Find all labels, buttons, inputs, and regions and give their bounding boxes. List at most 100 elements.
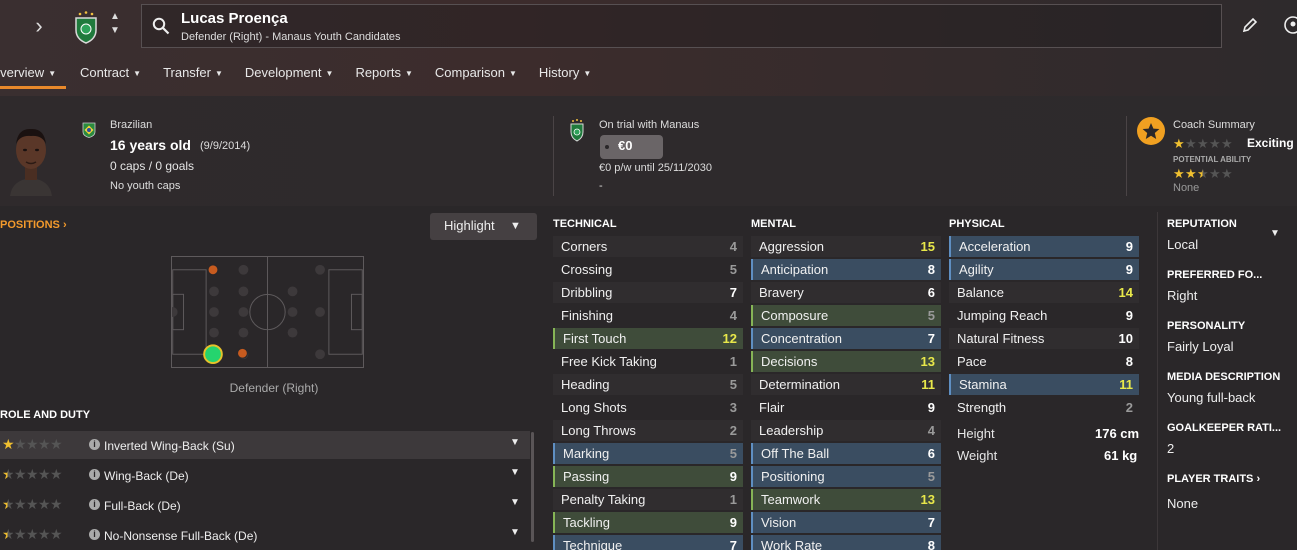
attribute-row[interactable]: Bravery 6: [751, 282, 941, 303]
attribute-row[interactable]: Long Shots 3: [553, 397, 743, 418]
attribute-row[interactable]: Acceleration 9: [949, 236, 1139, 257]
attribute-row[interactable]: Balance 14: [949, 282, 1139, 303]
personality-value: Fairly Loyal: [1167, 339, 1234, 354]
attribute-row[interactable]: Dribbling 7: [553, 282, 743, 303]
attribute-row[interactable]: Corners 4: [553, 236, 743, 257]
attribute-row[interactable]: Strength 2: [949, 397, 1139, 418]
attribute-row[interactable]: First Touch 12: [553, 328, 743, 349]
attribute-row[interactable]: Passing 9: [553, 466, 743, 487]
attribute-row[interactable]: Concentration 7: [751, 328, 941, 349]
star-icon: ★: [26, 466, 39, 482]
star-icon: ★: [1185, 166, 1197, 181]
mental-heading: MENTAL: [751, 218, 797, 230]
attribute-row[interactable]: Determination 11: [751, 374, 941, 395]
positions-heading[interactable]: POSITIONS ›: [0, 219, 67, 231]
info-icon[interactable]: i: [89, 469, 100, 480]
highlight-dropdown[interactable]: Highlight ▼: [430, 213, 537, 240]
attribute-row[interactable]: Crossing 5: [553, 259, 743, 280]
coach-star-icon[interactable]: [1137, 117, 1165, 145]
attribute-value: 12: [722, 331, 737, 346]
attribute-row[interactable]: Penalty Taking 1: [553, 489, 743, 510]
info-icon[interactable]: i: [89, 529, 100, 540]
info-icon[interactable]: i: [89, 499, 100, 510]
tab-overview[interactable]: Overview▼: [0, 58, 66, 92]
attribute-row[interactable]: Off The Ball 6: [751, 443, 941, 464]
attribute-row[interactable]: Stamina 11: [949, 374, 1139, 395]
attribute-row[interactable]: Flair 9: [751, 397, 941, 418]
potential-ability-stars: ★ ★ ★ ★ ★: [1173, 166, 1233, 181]
attribute-row[interactable]: Heading 5: [553, 374, 743, 395]
player-search-box[interactable]: Lucas Proença Defender (Right) - Manaus …: [141, 4, 1222, 48]
club-status-text: On trial with Manaus: [599, 119, 700, 131]
attribute-row[interactable]: Vision 7: [751, 512, 941, 533]
attribute-name: Pace: [957, 354, 987, 369]
tab-development[interactable]: Development ▼: [245, 58, 334, 92]
chevron-down-icon: ▼: [48, 69, 57, 78]
attribute-name: Strength: [957, 400, 1007, 415]
attribute-row[interactable]: Positioning 5: [751, 466, 941, 487]
role-and-duty-heading: ROLE AND DUTY: [0, 409, 91, 421]
attribute-row[interactable]: Technique 7: [553, 535, 743, 550]
attribute-row[interactable]: Finishing 4: [553, 305, 743, 326]
roles-scrollbar[interactable]: [531, 432, 534, 542]
tab-comparison[interactable]: Comparison ▼: [435, 58, 517, 92]
attribute-row[interactable]: Aggression 15: [751, 236, 941, 257]
attribute-value: 1: [729, 354, 737, 369]
tab-history[interactable]: History ▼: [539, 58, 591, 92]
attribute-row[interactable]: Marking 5: [553, 443, 743, 464]
preferred-foot-heading: PREFERRED FO...: [1167, 269, 1263, 281]
star-icon: ★: [14, 466, 27, 482]
role-row[interactable]: ★ ★ ★ ★ ★ i No-Nonsense Full-Back (De) ▼: [0, 521, 530, 549]
attribute-value: 4: [927, 423, 935, 438]
attribute-value: 8: [1125, 354, 1133, 369]
attribute-value: 5: [729, 262, 737, 277]
attribute-value: 9: [1125, 239, 1133, 254]
attribute-value: 13: [920, 354, 935, 369]
chevron-down-icon: ▼: [583, 69, 592, 78]
prev-next-player-arrows[interactable]: ▲ ▼: [108, 10, 122, 38]
star-icon: ★: [14, 436, 27, 452]
attribute-row[interactable]: Agility 9: [949, 259, 1139, 280]
brazil-flag-icon: [82, 122, 96, 138]
attribute-name: Acceleration: [959, 239, 1031, 254]
role-row[interactable]: ★ ★ ★ ★ ★ i Wing-Back (De) ▼: [0, 461, 530, 489]
chevron-down-icon[interactable]: ▼: [510, 467, 520, 478]
football-icon[interactable]: [1283, 15, 1297, 35]
attribute-row[interactable]: Composure 5: [751, 305, 941, 326]
chevron-down-icon[interactable]: ▼: [510, 527, 520, 538]
edit-icon[interactable]: [1241, 16, 1259, 34]
chevron-down-icon[interactable]: ▼: [510, 497, 520, 508]
attribute-value: 2: [729, 423, 737, 438]
tab-transfer[interactable]: Transfer ▼: [163, 58, 223, 92]
chevron-right-icon: ›: [1256, 473, 1261, 485]
attribute-row[interactable]: Long Throws 2: [553, 420, 743, 441]
dob-text: (9/9/2014): [200, 140, 251, 152]
attribute-value: 15: [920, 239, 935, 254]
chevron-down-icon[interactable]: ▼: [1270, 228, 1280, 239]
chevron-right-icon[interactable]: ›: [28, 14, 50, 38]
player-profile-screen: › ▲ ▼ Lucas Proença Defender (Right) - Ma…: [0, 0, 1297, 550]
chevron-down-icon[interactable]: ▼: [510, 437, 520, 448]
attribute-row[interactable]: Natural Fitness 10: [949, 328, 1139, 349]
attribute-name: Tackling: [563, 515, 610, 530]
role-row[interactable]: ★ ★ ★ ★ ★ i Inverted Wing-Back (Su) ▼: [0, 431, 530, 459]
attribute-row[interactable]: Free Kick Taking 1: [553, 351, 743, 372]
attribute-row[interactable]: Tackling 9: [553, 512, 743, 533]
attribute-row[interactable]: Anticipation 8: [751, 259, 941, 280]
attribute-name: Long Throws: [561, 423, 636, 438]
attribute-name: Finishing: [561, 308, 614, 323]
attribute-row[interactable]: Leadership 4: [751, 420, 941, 441]
role-row[interactable]: ★ ★ ★ ★ ★ i Full-Back (De) ▼: [0, 491, 530, 519]
attribute-row[interactable]: Teamwork 13: [751, 489, 941, 510]
tab-reports[interactable]: Reports ▼: [355, 58, 412, 92]
attribute-row[interactable]: Jumping Reach 9: [949, 305, 1139, 326]
attribute-value: 11: [1119, 377, 1133, 392]
attribute-row[interactable]: Decisions 13: [751, 351, 941, 372]
half-star-icon: ★: [2, 526, 15, 542]
attribute-value: 8: [927, 262, 935, 277]
attribute-row[interactable]: Pace 8: [949, 351, 1139, 372]
player-traits-heading[interactable]: PLAYER TRAITS ›: [1167, 473, 1260, 485]
tab-contract[interactable]: Contract ▼: [80, 58, 141, 92]
info-icon[interactable]: i: [89, 439, 100, 450]
attribute-row[interactable]: Work Rate 8: [751, 535, 941, 550]
